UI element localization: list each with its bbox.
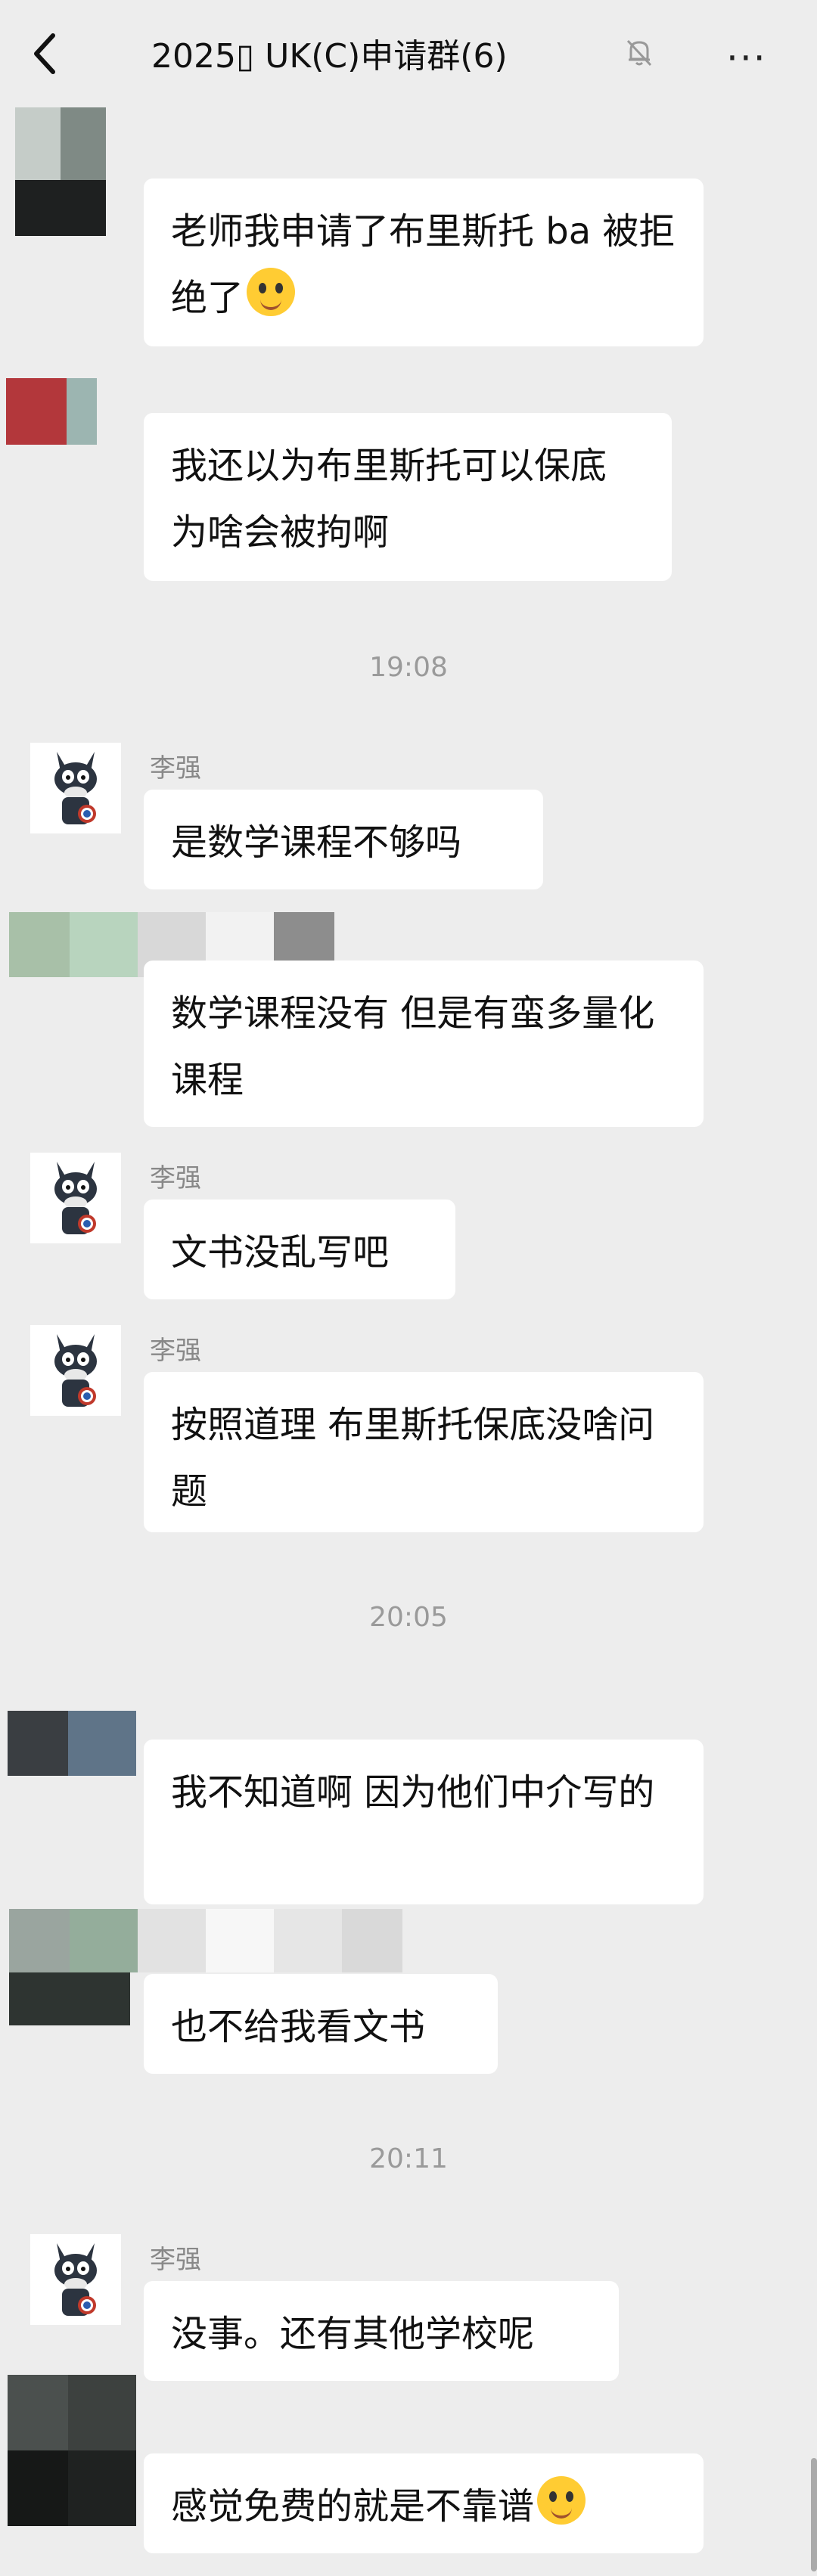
- avatar[interactable]: [8, 1711, 136, 1776]
- crying-laughing-emoji-icon: [537, 2476, 586, 2525]
- avatar-donkey-icon[interactable]: [30, 1325, 121, 1416]
- message-bubble[interactable]: 数学课程没有 但是有蛮多量化课程: [144, 961, 704, 1127]
- timestamp: 19:08: [369, 652, 448, 683]
- avatar-donkey-icon[interactable]: [30, 1153, 121, 1243]
- sender-name: 李强: [150, 1163, 201, 1193]
- blurred-avatar-part: [9, 1972, 130, 2025]
- message-text: 文书没乱写吧: [171, 1231, 390, 1274]
- message-text: 也不给我看文书: [171, 2006, 426, 2048]
- message-text: 我不知道啊 因为他们中介写的: [171, 1771, 655, 1814]
- avatar[interactable]: [6, 378, 97, 469]
- message-bubble[interactable]: 老师我申请了布里斯托 ba 被拒绝了: [144, 178, 704, 346]
- chevron-left-icon: [34, 33, 55, 74]
- scrollbar[interactable]: [811, 2458, 817, 2571]
- message-bubble[interactable]: 也不给我看文书: [144, 1974, 498, 2074]
- message-text: 老师我申请了布里斯托 ba 被拒绝了: [171, 210, 676, 319]
- message-text: 按照道理 布里斯托保底没啥问题: [171, 1404, 655, 1513]
- sender-name: 李强: [150, 1336, 201, 1366]
- avatar[interactable]: [9, 1909, 402, 1972]
- message-bubble[interactable]: 我还以为布里斯托可以保底 为啥会被拘啊: [144, 413, 672, 581]
- sender-name: 李强: [150, 753, 201, 784]
- message-bubble[interactable]: 按照道理 布里斯托保底没啥问题: [144, 1372, 704, 1532]
- message-bubble[interactable]: 文书没乱写吧: [144, 1200, 455, 1299]
- avatar[interactable]: [8, 2375, 136, 2526]
- message-text: 是数学课程不够吗: [171, 821, 462, 864]
- message-bubble[interactable]: 我不知道啊 因为他们中介写的: [144, 1740, 704, 1904]
- chat-header: 2025▯ UK(C)申请群(6) ···: [0, 0, 817, 106]
- blurred-avatar-part: [15, 180, 106, 236]
- bell-off-icon: [626, 39, 652, 67]
- sender-name: 李强: [150, 2245, 201, 2275]
- timestamp: 20:05: [369, 1602, 448, 1633]
- message-text: 数学课程没有 但是有蛮多量化课程: [171, 992, 655, 1101]
- avatar-donkey-icon[interactable]: [30, 743, 121, 833]
- message-text: 感觉免费的就是不靠谱: [171, 2485, 535, 2528]
- grimace-emoji-icon: [247, 268, 296, 316]
- message-text: 我还以为布里斯托可以保底 为啥会被拘啊: [171, 445, 607, 554]
- message-text: 没事。还有其他学校呢: [171, 2313, 535, 2355]
- back-button[interactable]: [29, 27, 74, 80]
- timestamp: 20:11: [369, 2143, 448, 2174]
- more-button[interactable]: ···: [726, 36, 767, 80]
- chat-title[interactable]: 2025▯ UK(C)申请群(6): [151, 29, 508, 77]
- message-bubble[interactable]: 是数学课程不够吗: [144, 790, 543, 889]
- avatar-donkey-icon[interactable]: [30, 2234, 121, 2325]
- message-bubble[interactable]: 没事。还有其他学校呢: [144, 2281, 619, 2381]
- message-bubble[interactable]: 感觉免费的就是不靠谱: [144, 2453, 704, 2553]
